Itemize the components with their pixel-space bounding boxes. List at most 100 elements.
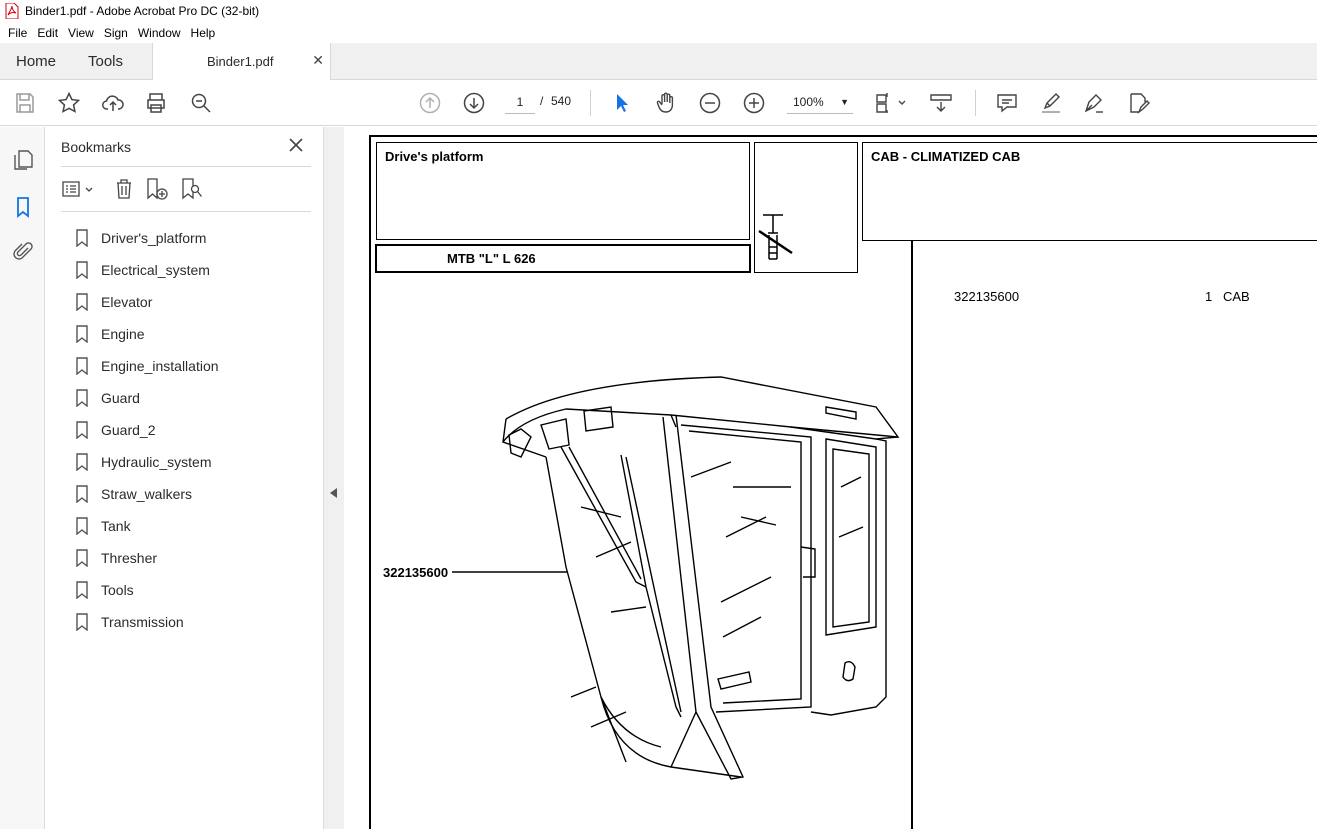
hand-tool-icon[interactable] bbox=[654, 91, 678, 115]
bookmark-search-icon[interactable] bbox=[179, 177, 205, 201]
bookmarks-panel-title: Bookmarks bbox=[61, 139, 132, 155]
parts-list-description: CAB bbox=[1223, 289, 1250, 304]
scroll-mode-icon[interactable] bbox=[929, 91, 953, 115]
parts-list-qty: 1 bbox=[1205, 289, 1213, 304]
bookmark-label: Tools bbox=[101, 582, 134, 598]
bookmark-item[interactable]: Elevator bbox=[75, 286, 219, 318]
page-number-input[interactable]: 1 bbox=[505, 90, 535, 114]
bookmark-label: Engine_installation bbox=[101, 358, 219, 374]
bookmark-label: Tank bbox=[101, 518, 131, 534]
header-box-group: CAB - CLIMATIZED CAB bbox=[862, 142, 1317, 241]
cloud-upload-icon[interactable] bbox=[101, 91, 125, 115]
bookmark-flag-icon bbox=[76, 549, 88, 567]
collapse-arrow-icon[interactable] bbox=[330, 488, 337, 498]
bookmark-item[interactable]: Driver's_platform bbox=[75, 222, 219, 254]
bookmark-flag-icon bbox=[76, 357, 88, 375]
menu-view[interactable]: View bbox=[63, 26, 99, 40]
bookmark-label: Thresher bbox=[101, 550, 158, 566]
bookmark-flag-icon bbox=[76, 581, 88, 599]
cab-exploded-drawing bbox=[452, 376, 900, 780]
attachments-paperclip-icon[interactable] bbox=[11, 240, 35, 264]
panel-collapse-strip[interactable] bbox=[324, 127, 344, 829]
delete-bookmark-icon[interactable] bbox=[111, 177, 137, 201]
star-icon[interactable] bbox=[57, 91, 81, 115]
bookmarks-panel: Bookmarks Driver's_platform Electrical_s… bbox=[45, 127, 324, 829]
bookmark-flag-icon bbox=[76, 453, 88, 471]
window-title: Binder1.pdf - Adobe Acrobat Pro DC (32-b… bbox=[25, 4, 260, 18]
document-tab-label: Binder1.pdf bbox=[207, 54, 274, 69]
main-toolbar: 1 / 540 100% ▼ bbox=[0, 80, 1317, 126]
print-icon[interactable] bbox=[144, 91, 168, 115]
bookmark-label: Guard_2 bbox=[101, 422, 156, 438]
document-viewer[interactable]: Drive's platform MTB "L" L 626 CAB - CLI… bbox=[344, 127, 1317, 829]
bookmark-flag-icon bbox=[76, 229, 88, 247]
tab-bar: Home Tools Binder1.pdf ✕ bbox=[0, 43, 1317, 81]
bookmark-flag-icon bbox=[76, 517, 88, 535]
tab-tools[interactable]: Tools bbox=[88, 43, 123, 80]
bookmark-item[interactable]: Guard_2 bbox=[75, 414, 219, 446]
page-divider-line bbox=[911, 240, 913, 829]
chevron-down-icon: ▼ bbox=[840, 97, 849, 107]
zoom-out-icon[interactable] bbox=[698, 91, 722, 115]
mechanic-tool-icon bbox=[758, 214, 793, 260]
bookmark-flag-icon bbox=[76, 325, 88, 343]
bookmark-options-icon[interactable] bbox=[60, 177, 96, 201]
next-page-icon[interactable] bbox=[462, 91, 486, 115]
menu-help[interactable]: Help bbox=[186, 26, 221, 40]
bookmark-flag-icon bbox=[76, 485, 88, 503]
bookmark-item[interactable]: Tank bbox=[75, 510, 219, 542]
total-pages: 540 bbox=[551, 94, 572, 108]
bookmark-item[interactable]: Guard bbox=[75, 382, 219, 414]
model-label: MTB "L" L 626 bbox=[447, 251, 536, 266]
bookmark-item[interactable]: Engine bbox=[75, 318, 219, 350]
edit-pdf-icon[interactable] bbox=[1126, 91, 1150, 115]
menu-window[interactable]: Window bbox=[133, 26, 186, 40]
bookmark-item[interactable]: Hydraulic_system bbox=[75, 446, 219, 478]
bookmark-item[interactable]: Transmission bbox=[75, 606, 219, 638]
header-box-model: MTB "L" L 626 bbox=[375, 244, 751, 273]
bookmark-label: Straw_walkers bbox=[101, 486, 193, 502]
bookmark-item[interactable]: Electrical_system bbox=[75, 254, 219, 286]
comment-icon[interactable] bbox=[995, 91, 1019, 115]
header-box-title: Drive's platform bbox=[376, 142, 750, 240]
tab-document[interactable]: Binder1.pdf ✕ bbox=[152, 43, 331, 81]
bookmark-flag-icon bbox=[76, 389, 88, 407]
new-bookmark-icon[interactable] bbox=[144, 177, 170, 201]
menu-sign[interactable]: Sign bbox=[99, 26, 133, 40]
pdf-page: Drive's platform MTB "L" L 626 CAB - CLI… bbox=[369, 135, 1317, 829]
highlight-pen-icon[interactable] bbox=[1039, 91, 1063, 115]
page-thumbnails-icon[interactable] bbox=[11, 148, 35, 172]
bookmark-flag-icon bbox=[76, 613, 88, 631]
bookmark-item[interactable]: Straw_walkers bbox=[75, 478, 219, 510]
group-title: CAB - CLIMATIZED CAB bbox=[871, 149, 1021, 164]
close-tab-icon[interactable]: ✕ bbox=[312, 52, 324, 69]
close-panel-icon[interactable] bbox=[287, 136, 305, 154]
select-cursor-icon[interactable] bbox=[610, 91, 634, 115]
tab-home[interactable]: Home bbox=[16, 43, 56, 80]
sign-pen-icon[interactable] bbox=[1082, 91, 1106, 115]
previous-page-icon[interactable] bbox=[418, 91, 442, 115]
bookmark-label: Engine bbox=[101, 326, 145, 342]
bookmark-flag-icon bbox=[76, 421, 88, 439]
save-icon[interactable] bbox=[13, 91, 37, 115]
menu-edit[interactable]: Edit bbox=[32, 26, 63, 40]
bookmark-list: Driver's_platform Electrical_system Elev… bbox=[75, 222, 219, 638]
navigation-rail bbox=[0, 127, 45, 829]
bookmarks-icon[interactable] bbox=[11, 195, 35, 219]
zoom-level-select[interactable]: 100% ▼ bbox=[787, 90, 853, 114]
acrobat-pdf-icon bbox=[5, 3, 19, 19]
bookmark-item[interactable]: Engine_installation bbox=[75, 350, 219, 382]
bookmark-item[interactable]: Thresher bbox=[75, 542, 219, 574]
search-zoom-icon[interactable] bbox=[189, 91, 213, 115]
menu-file[interactable]: File bbox=[3, 26, 32, 40]
bookmark-label: Driver's_platform bbox=[101, 230, 207, 246]
zoom-in-icon[interactable] bbox=[742, 91, 766, 115]
header-box-symbol bbox=[754, 142, 858, 273]
menu-bar: File Edit View Sign Window Help bbox=[0, 22, 1317, 43]
bookmark-label: Guard bbox=[101, 390, 140, 406]
bookmark-flag-icon bbox=[76, 293, 88, 311]
bookmark-label: Transmission bbox=[101, 614, 184, 630]
page-separator: / bbox=[540, 94, 544, 108]
bookmark-item[interactable]: Tools bbox=[75, 574, 219, 606]
page-layout-icon[interactable] bbox=[874, 91, 908, 115]
